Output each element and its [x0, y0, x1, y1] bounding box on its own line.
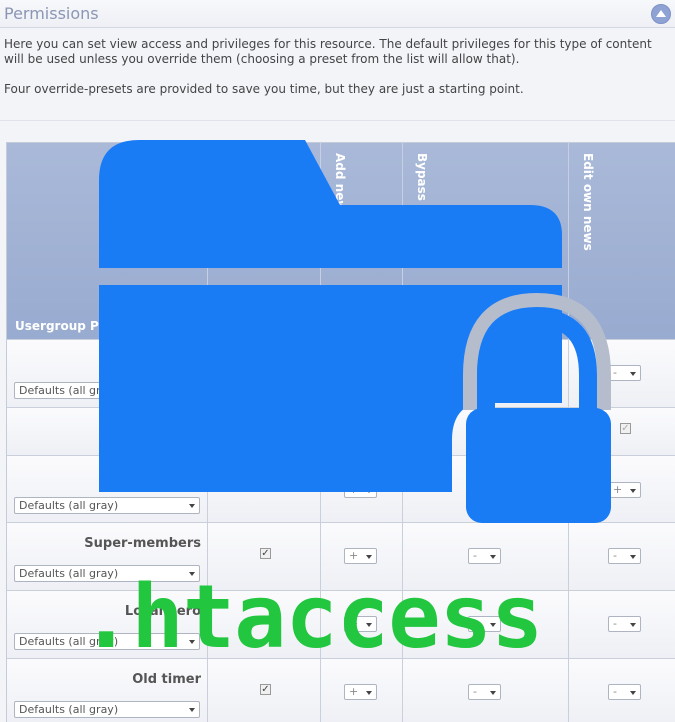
htaccess-text: .htaccess	[80, 566, 543, 668]
